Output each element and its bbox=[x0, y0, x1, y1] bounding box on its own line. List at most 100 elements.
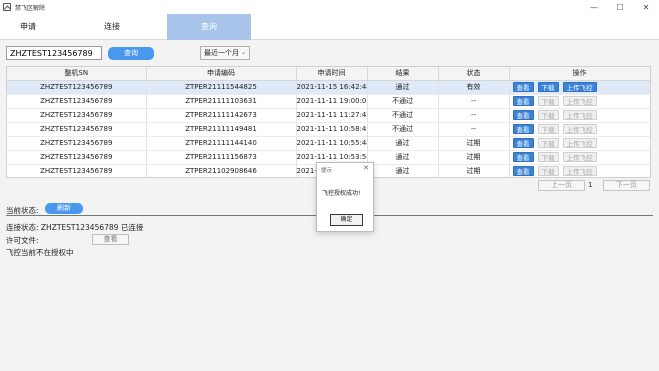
tab-connect[interactable]: 连接 bbox=[98, 14, 126, 40]
connection-status: 连接状态: ZHZTEST123456789 已连接 bbox=[6, 223, 144, 232]
cell-actions: 查看 下载 上传飞控 bbox=[509, 80, 650, 95]
maximize-icon[interactable]: ☐ bbox=[607, 0, 633, 14]
cell-status: 过期 bbox=[438, 150, 510, 165]
license-view-button[interactable]: 查看 bbox=[92, 234, 129, 245]
cell-actions: 查看 下载 上传飞控 bbox=[509, 108, 650, 123]
tab-apply[interactable]: 申请 bbox=[14, 14, 42, 40]
tab-query[interactable]: 查询 bbox=[167, 14, 251, 40]
close-icon[interactable]: ✕ bbox=[633, 0, 659, 14]
cell-result: 不通过 bbox=[367, 108, 439, 123]
cell-code: ZTPER21111149481 bbox=[146, 122, 297, 137]
cell-code: ZTPER21111142673 bbox=[146, 108, 297, 123]
col-header-time: 申请时间 bbox=[296, 67, 368, 81]
dialog-close-icon[interactable]: ✕ bbox=[363, 164, 369, 172]
upload-flight-control-button: 上传飞控 bbox=[562, 124, 597, 134]
col-header-sn: 整机SN bbox=[7, 67, 147, 81]
table-row[interactable]: ZHZTEST123456789 ZTPER21111544825 2021-1… bbox=[7, 80, 650, 95]
tab-bar: 申请 连接 查询 bbox=[0, 14, 659, 40]
dialog-ok-button[interactable]: 确定 bbox=[330, 214, 363, 226]
cell-sn: ZHZTEST123456789 bbox=[7, 94, 147, 109]
cell-code: ZTPER21111103631 bbox=[146, 94, 297, 109]
view-button[interactable]: 查看 bbox=[512, 138, 534, 148]
col-header-status: 状态 bbox=[438, 67, 510, 81]
cell-actions: 查看 下载 上传飞控 bbox=[509, 150, 650, 165]
cell-code: ZTPER21102908646 bbox=[146, 164, 297, 177]
cell-result: 通过 bbox=[367, 136, 439, 151]
app-icon bbox=[3, 3, 11, 11]
cell-code: ZTPER21111156873 bbox=[146, 150, 297, 165]
window-title: 禁飞区解除 bbox=[15, 4, 46, 12]
cell-result: 通过 bbox=[367, 164, 439, 177]
query-button[interactable]: 查询 bbox=[108, 47, 154, 60]
cell-actions: 查看 下载 上传飞控 bbox=[509, 164, 650, 177]
download-button: 下载 bbox=[537, 138, 559, 148]
view-button[interactable]: 查看 bbox=[512, 166, 534, 176]
table-header: 整机SN 申请编码 申请时间 结果 状态 操作 bbox=[7, 67, 650, 81]
cell-status: -- bbox=[438, 108, 510, 123]
cell-status: -- bbox=[438, 122, 510, 137]
table-row[interactable]: ZHZTEST123456789 ZTPER21111149481 2021-1… bbox=[7, 122, 650, 137]
date-range-select[interactable]: 最近一个月 ⌄ bbox=[200, 46, 250, 60]
cell-actions: 查看 下载 上传飞控 bbox=[509, 136, 650, 151]
download-button: 下载 bbox=[537, 166, 559, 176]
page-number: 1 bbox=[588, 181, 593, 189]
cell-sn: ZHZTEST123456789 bbox=[7, 80, 147, 95]
download-button: 下载 bbox=[537, 152, 559, 162]
prev-page-button[interactable]: 上一页 bbox=[538, 180, 585, 191]
cell-actions: 查看 下载 上传飞控 bbox=[509, 94, 650, 109]
cell-time: 2021-11-11 11:27:42 bbox=[296, 108, 368, 123]
cell-sn: ZHZTEST123456789 bbox=[7, 136, 147, 151]
download-button: 下载 bbox=[537, 96, 559, 106]
dialog-message: 飞控授权成功! bbox=[322, 190, 361, 197]
cell-result: 通过 bbox=[367, 150, 439, 165]
cell-result: 通过 bbox=[367, 80, 439, 95]
cell-sn: ZHZTEST123456789 bbox=[7, 150, 147, 165]
window-controls: — ☐ ✕ bbox=[581, 0, 659, 14]
cell-status: -- bbox=[438, 94, 510, 109]
minimize-icon[interactable]: — bbox=[581, 0, 607, 14]
view-button[interactable]: 查看 bbox=[512, 124, 534, 134]
cell-status: 过期 bbox=[438, 136, 510, 151]
cell-sn: ZHZTEST123456789 bbox=[7, 122, 147, 137]
upload-flight-control-button[interactable]: 上传飞控 bbox=[562, 82, 597, 92]
col-header-actions: 操作 bbox=[509, 67, 650, 81]
view-button[interactable]: 查看 bbox=[512, 96, 534, 106]
cell-sn: ZHZTEST123456789 bbox=[7, 108, 147, 123]
cell-time: 2021-11-11 10:55:44 bbox=[296, 136, 368, 151]
table-row[interactable]: ZHZTEST123456789 ZTPER21111103631 2021-1… bbox=[7, 94, 650, 109]
cell-time: 2021-11-11 19:00:03 bbox=[296, 94, 368, 109]
date-range-value: 最近一个月 bbox=[204, 49, 239, 57]
upload-flight-control-button: 上传飞控 bbox=[562, 110, 597, 120]
download-button: 下载 bbox=[537, 110, 559, 120]
col-header-result: 结果 bbox=[367, 67, 439, 81]
cell-time: 2021-11-11 10:58:49 bbox=[296, 122, 368, 137]
view-button[interactable]: 查看 bbox=[512, 152, 534, 162]
cell-status: 过期 bbox=[438, 164, 510, 177]
upload-flight-control-button: 上传飞控 bbox=[562, 96, 597, 106]
cell-time: 2021-11-15 16:42:44 bbox=[296, 80, 368, 95]
cell-status: 有效 bbox=[438, 80, 510, 95]
sn-search-input[interactable] bbox=[6, 46, 102, 60]
view-button[interactable]: 查看 bbox=[512, 82, 534, 92]
cell-sn: ZHZTEST123456789 bbox=[7, 164, 147, 177]
view-button[interactable]: 查看 bbox=[512, 110, 534, 120]
cell-code: ZTPER21111544825 bbox=[146, 80, 297, 95]
cell-result: 不通过 bbox=[367, 122, 439, 137]
dialog-title: 提示 bbox=[321, 168, 333, 174]
license-file-label: 许可文件: bbox=[6, 236, 39, 245]
table-row[interactable]: ZHZTEST123456789 ZTPER21111144140 2021-1… bbox=[7, 136, 650, 151]
next-page-button[interactable]: 下一页 bbox=[603, 180, 650, 191]
flight-auth-status: 飞控当前不在授权中 bbox=[6, 248, 74, 257]
refresh-button[interactable]: 刷新 bbox=[45, 203, 83, 214]
chevron-down-icon: ⌄ bbox=[240, 49, 246, 56]
download-button[interactable]: 下载 bbox=[537, 82, 559, 92]
upload-flight-control-button: 上传飞控 bbox=[562, 166, 597, 176]
download-button: 下载 bbox=[537, 124, 559, 134]
cell-actions: 查看 下载 上传飞控 bbox=[509, 122, 650, 137]
table-row[interactable]: ZHZTEST123456789 ZTPER21111142673 2021-1… bbox=[7, 108, 650, 123]
upload-flight-control-button: 上传飞控 bbox=[562, 152, 597, 162]
alert-dialog: 提示 ✕ 飞控授权成功! 确定 bbox=[316, 162, 374, 232]
cell-code: ZTPER21111144140 bbox=[146, 136, 297, 151]
col-header-code: 申请编码 bbox=[146, 67, 297, 81]
title-bar: 禁飞区解除 — ☐ ✕ bbox=[0, 0, 659, 14]
